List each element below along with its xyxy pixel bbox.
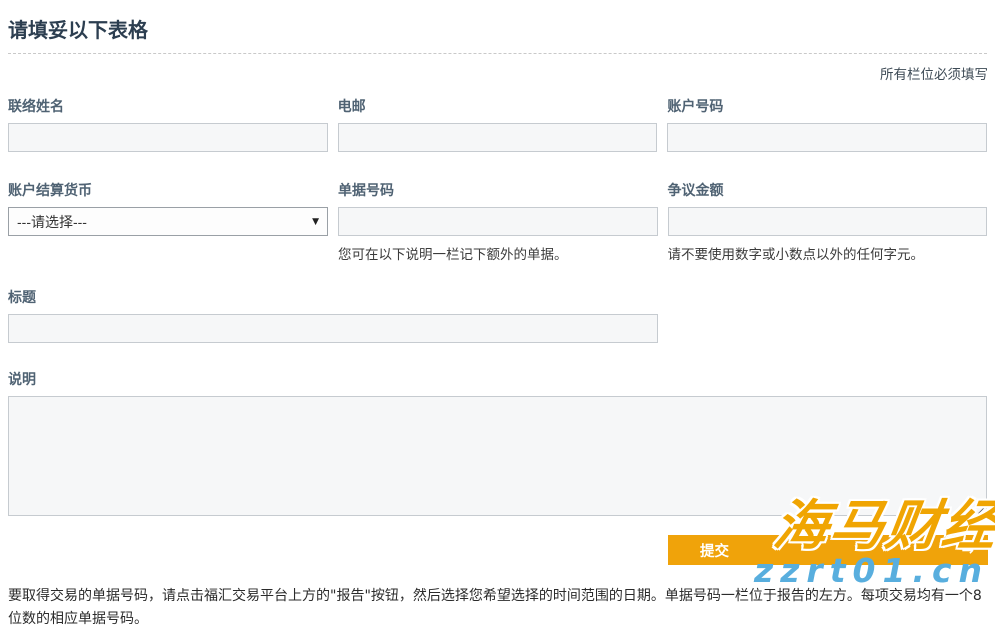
- email-label: 电邮: [338, 96, 658, 116]
- ticket-number-input[interactable]: [338, 207, 658, 236]
- account-number-field-group: 账户号码: [667, 96, 987, 152]
- description-field-group: 说明: [8, 369, 987, 520]
- email-input[interactable]: [338, 123, 658, 152]
- dispute-amount-input[interactable]: [668, 207, 988, 236]
- support-form-page: 请填妥以下表格 所有栏位必须填写 联络姓名 电邮 账户号码 账户结算货币 ---…: [0, 0, 995, 631]
- account-number-input[interactable]: [667, 123, 987, 152]
- contact-name-input[interactable]: [8, 123, 328, 152]
- currency-select-wrap: ---请选择--- ▼: [8, 207, 328, 236]
- currency-label: 账户结算货币: [8, 180, 328, 200]
- submit-button[interactable]: 提交 →: [668, 535, 988, 565]
- page-title: 请填妥以下表格: [8, 10, 987, 54]
- description-textarea[interactable]: [8, 396, 987, 516]
- account-number-label: 账户号码: [667, 96, 987, 116]
- form-row-3: 标题: [8, 287, 987, 343]
- ticket-number-label: 单据号码: [338, 180, 658, 200]
- dispute-amount-field-group: 争议金额 请不要使用数字或小数点以外的任何字元。: [668, 180, 988, 263]
- contact-name-label: 联络姓名: [8, 96, 328, 116]
- description-label: 说明: [8, 369, 987, 389]
- submit-row: 提交 →: [8, 535, 988, 565]
- dispute-amount-label: 争议金额: [668, 180, 988, 200]
- subject-label: 标题: [8, 287, 658, 307]
- required-fields-note: 所有栏位必须填写: [8, 63, 988, 83]
- email-field-group: 电邮: [338, 96, 658, 152]
- contact-name-field-group: 联络姓名: [8, 96, 328, 152]
- currency-field-group: 账户结算货币 ---请选择--- ▼: [8, 180, 328, 263]
- form-row-1: 联络姓名 电邮 账户号码: [8, 96, 987, 152]
- subject-field-group: 标题: [8, 287, 658, 343]
- ticket-number-field-group: 单据号码 您可在以下说明一栏记下额外的单据。: [338, 180, 658, 263]
- ticket-number-help: 您可在以下说明一栏记下额外的单据。: [338, 243, 658, 263]
- submit-button-label: 提交: [700, 540, 729, 561]
- footer-instructions: 要取得交易的单据号码，请点击福汇交易平台上方的"报告"按钮，然后选择您希望选择的…: [8, 585, 988, 631]
- form-row-4: 说明: [8, 369, 987, 520]
- form-row-2: 账户结算货币 ---请选择--- ▼ 单据号码 您可在以下说明一栏记下额外的单据…: [8, 180, 987, 263]
- dispute-amount-help: 请不要使用数字或小数点以外的任何字元。: [668, 243, 988, 263]
- currency-select[interactable]: ---请选择---: [8, 207, 328, 236]
- subject-input[interactable]: [8, 314, 658, 343]
- arrow-right-icon: →: [961, 541, 974, 559]
